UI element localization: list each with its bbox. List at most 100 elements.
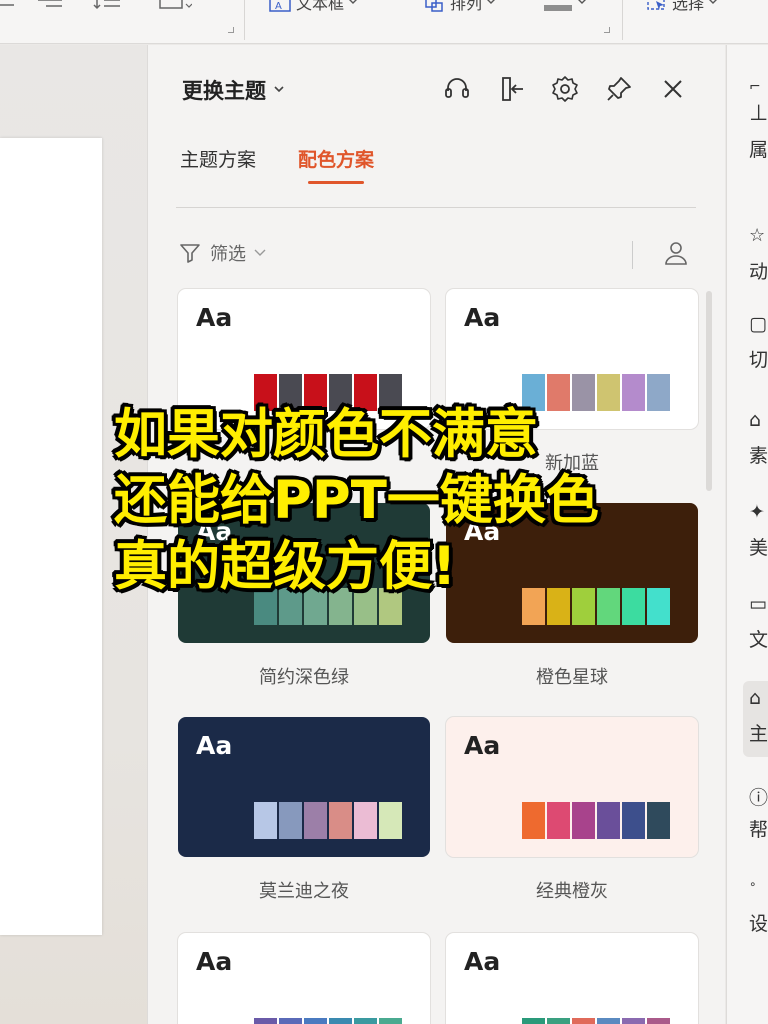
card-preview-text: Aa xyxy=(196,731,233,760)
animation-icon: ☆ xyxy=(749,225,766,246)
color-swatch xyxy=(354,802,377,839)
pin-icon[interactable] xyxy=(603,73,635,105)
toolbar-separator xyxy=(622,0,623,40)
color-swatch xyxy=(304,1018,327,1024)
theme-icon: ⌂ xyxy=(749,687,762,709)
color-swatch xyxy=(254,802,277,839)
cursor-icon: ⊥ xyxy=(749,101,768,126)
panel-title-dropdown[interactable]: 更换主题 xyxy=(182,75,284,105)
panel-tabs: 主题方案 配色方案 xyxy=(180,145,374,184)
color-swatch xyxy=(647,374,670,411)
video-caption: 如果对颜色不满意 还能给PPT一键换色 真的超级方便! xyxy=(114,402,599,600)
color-swatch xyxy=(622,802,645,839)
properties-icon: ⌐ xyxy=(749,79,761,95)
gear-icon[interactable] xyxy=(549,73,581,105)
color-scheme-label: 简约深色绿 xyxy=(259,667,349,688)
transition-icon: ▢ xyxy=(749,313,767,335)
right-sidebar: ⌐ ⊥ 属 ☆ 动 ▢ 切 ⌂ 素 ✦ 美 ▭ 文 ⌂ 主 ⓘ 帮 ∘ 设 xyxy=(726,45,768,1024)
sidebar-item-animation[interactable]: ☆ 动 xyxy=(749,225,768,283)
chevron-down-icon xyxy=(349,0,358,4)
color-swatch xyxy=(279,1018,302,1024)
color-swatch-row xyxy=(254,802,402,839)
filter-separator xyxy=(632,241,633,269)
color-scheme-card[interactable]: Aa xyxy=(178,933,430,1024)
select-button[interactable]: 选择 xyxy=(646,0,718,16)
arrange-icon xyxy=(425,0,443,12)
filter-label: 筛选 xyxy=(210,244,246,265)
color-swatch-row xyxy=(254,1018,402,1024)
color-swatch xyxy=(254,1018,277,1024)
fill-color-button[interactable] xyxy=(540,0,588,16)
tab-color-scheme[interactable]: 配色方案 xyxy=(298,145,374,184)
color-swatch xyxy=(622,1018,645,1024)
color-swatch xyxy=(279,802,302,839)
sidebar-item-transition[interactable]: ▢ 切 xyxy=(749,313,768,371)
tab-theme-scheme[interactable]: 主题方案 xyxy=(180,145,256,184)
color-swatch xyxy=(522,802,545,839)
color-swatch xyxy=(647,588,670,625)
expand-corner-icon[interactable] xyxy=(228,27,234,33)
expand-corner-icon[interactable] xyxy=(604,27,610,33)
sidebar-label-beautify: 美 xyxy=(749,537,768,559)
headset-icon[interactable] xyxy=(441,73,473,105)
fill-color-icon xyxy=(544,0,586,11)
color-swatch xyxy=(522,1018,545,1024)
more-icon: ∘ xyxy=(749,877,757,891)
color-swatch xyxy=(304,802,327,839)
color-scheme-card[interactable]: Aa xyxy=(446,933,698,1024)
chevron-down-icon xyxy=(274,86,284,93)
sidebar-item-help[interactable]: ⓘ 帮 xyxy=(749,783,768,841)
arrange-button[interactable]: 排列 xyxy=(424,0,496,16)
sidebar-item-theme[interactable]: ⌂ 主 xyxy=(743,681,768,757)
line-spacing-icon[interactable] xyxy=(92,0,122,16)
document-icon: ▭ xyxy=(749,593,767,615)
align-box-icon[interactable] xyxy=(158,0,192,16)
sidebar-item-document[interactable]: ▭ 文 xyxy=(749,593,768,651)
select-cursor-icon xyxy=(647,0,665,10)
color-swatch xyxy=(379,1018,402,1024)
color-swatch xyxy=(597,588,620,625)
color-swatch xyxy=(547,802,570,839)
color-swatch xyxy=(622,588,645,625)
arrange-label: 排列 xyxy=(450,0,483,13)
panel-header-actions xyxy=(441,73,689,105)
filter-dropdown[interactable]: 筛选 xyxy=(178,240,266,266)
color-swatch xyxy=(329,1018,352,1024)
color-swatch xyxy=(329,802,352,839)
sidebar-label-material: 素 xyxy=(749,445,768,467)
textbox-button[interactable]: A 文本框 xyxy=(268,0,358,16)
color-scheme-label: 莫兰迪之夜 xyxy=(259,881,349,902)
sidebar-label-help: 帮 xyxy=(749,819,768,841)
caption-line-3: 真的超级方便! xyxy=(114,536,457,597)
card-preview-text: Aa xyxy=(464,731,501,760)
textbox-label: 文本框 xyxy=(296,0,345,13)
list-icon[interactable] xyxy=(0,0,14,16)
indent-icon[interactable] xyxy=(36,0,64,16)
sidebar-label-theme: 主 xyxy=(749,723,768,745)
card-preview-text: Aa xyxy=(196,303,233,332)
sidebar-item-material[interactable]: ⌂ 素 xyxy=(749,409,768,467)
panel-title: 更换主题 xyxy=(182,79,266,103)
close-icon[interactable] xyxy=(657,73,689,105)
sidebar-item-settings[interactable]: ∘ 设 xyxy=(749,877,768,935)
ribbon-toolbar: A 文本框 排列 选择 xyxy=(0,0,768,44)
user-icon[interactable] xyxy=(662,239,690,271)
caption-line-1: 如果对颜色不满意 xyxy=(114,404,538,465)
color-scheme-card[interactable]: Aa xyxy=(178,717,430,857)
sidebar-item-properties[interactable]: ⌐ ⊥ 属 xyxy=(749,79,768,161)
color-swatch xyxy=(572,802,595,839)
slide-canvas[interactable] xyxy=(0,138,102,935)
sidebar-label-animation: 动 xyxy=(749,261,768,283)
color-scheme-card[interactable]: Aa xyxy=(446,717,698,857)
tab-divider xyxy=(176,207,696,208)
toolbar-separator xyxy=(244,0,245,40)
sidebar-label-properties: 属 xyxy=(749,139,768,161)
color-scheme-label: 经典橙灰 xyxy=(536,881,608,902)
panel-scrollbar[interactable] xyxy=(706,291,712,491)
exit-panel-icon[interactable] xyxy=(495,73,527,105)
color-scheme-label: 橙色星球 xyxy=(536,667,608,688)
sidebar-item-beautify[interactable]: ✦ 美 xyxy=(749,501,768,559)
color-swatch xyxy=(597,802,620,839)
color-swatch xyxy=(647,802,670,839)
sidebar-label-settings: 设 xyxy=(749,913,768,935)
